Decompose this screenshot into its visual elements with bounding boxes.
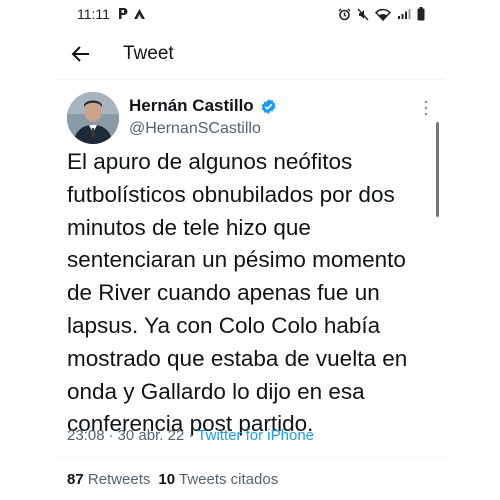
tweet-meta: 23:08 · 30 abr. 22 · Twitter for iPhone	[67, 427, 314, 444]
quotes-stat[interactable]: 10 Tweets citados	[158, 471, 278, 488]
scrollbar[interactable]	[436, 122, 439, 217]
author-row[interactable]: Hernán Castillo	[129, 96, 277, 116]
meta-separator: ·	[108, 427, 114, 444]
tweet-source-link[interactable]: Twitter for iPhone	[197, 427, 314, 444]
author-handle[interactable]: @HernanSCastillo	[129, 120, 261, 138]
back-arrow-icon[interactable]	[69, 42, 93, 66]
tweet-date: 30 abr. 22	[117, 427, 185, 444]
avatar-image	[67, 92, 119, 144]
retweets-count: 87	[67, 471, 84, 488]
verified-badge-icon	[261, 98, 276, 114]
retweets-stat[interactable]: 87 Retweets	[67, 471, 150, 488]
more-options-icon[interactable]	[423, 100, 429, 116]
p-app-icon	[119, 8, 128, 19]
alarm-icon	[338, 8, 351, 20]
a-app-icon	[134, 8, 145, 19]
tweet-text: El apuro de algunos neófitos futbolístic…	[67, 149, 408, 437]
app-bar: Tweet	[55, 28, 445, 80]
status-bar: 11:11	[55, 0, 445, 28]
tweet-screen: 11:11 Tweet Hernán Castillo @HernanSCast…	[55, 0, 445, 500]
wifi-icon	[375, 8, 391, 21]
status-right-icons	[338, 7, 425, 21]
status-left-icons	[117, 7, 146, 20]
avatar[interactable]	[67, 92, 119, 144]
tweet-stats: 87 Retweets 10 Tweets citados	[67, 471, 278, 488]
tweet-time: 23:08	[67, 427, 105, 444]
status-time: 11:11	[77, 6, 110, 22]
quotes-label: Tweets citados	[178, 471, 279, 488]
author-name[interactable]: Hernán Castillo	[129, 96, 254, 116]
battery-icon	[417, 7, 425, 21]
mute-icon	[357, 8, 369, 20]
divider	[55, 457, 445, 458]
signal-icon	[398, 9, 411, 19]
meta-separator-2: ·	[188, 427, 194, 444]
page-title: Tweet	[123, 43, 174, 64]
retweets-label: Retweets	[87, 471, 151, 488]
quotes-count: 10	[158, 471, 176, 488]
